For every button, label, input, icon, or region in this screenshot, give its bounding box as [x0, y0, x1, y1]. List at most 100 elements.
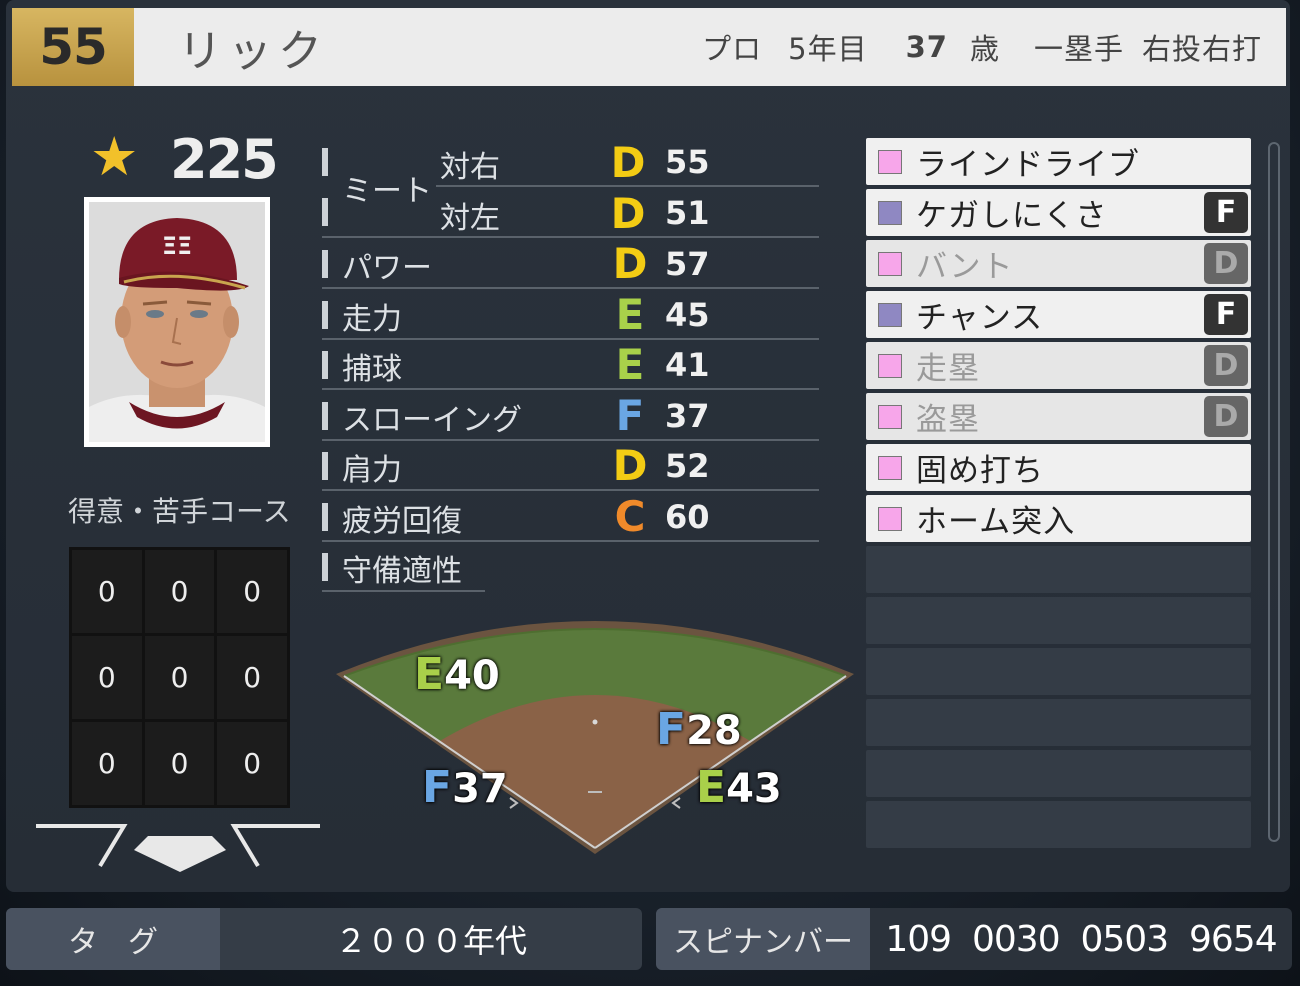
catch-grade: E	[615, 340, 645, 389]
tag-box: タ グ ２０００年代	[6, 908, 642, 970]
ability-label: 盗塁	[916, 402, 980, 438]
ability-item[interactable]: ラインドライブ	[866, 138, 1251, 185]
recovery-value: 60	[665, 498, 710, 536]
stat-bar	[322, 148, 328, 176]
ability-label: バント	[916, 249, 1014, 285]
uniform-number: 55	[12, 8, 134, 86]
ability-color-icon	[878, 200, 902, 225]
years: 5年目	[788, 32, 868, 66]
stat-bar	[322, 351, 328, 379]
catch-row: 捕球 E 41	[322, 340, 819, 390]
stat-bar	[322, 452, 328, 480]
speed-label: 走力	[342, 302, 402, 337]
zone-cell: 0	[144, 550, 215, 633]
ability-badge: D	[1204, 243, 1248, 284]
stat-bar	[322, 553, 328, 581]
recovery-grade: C	[614, 492, 646, 541]
arm-grade: D	[612, 441, 648, 490]
ability-item[interactable]: 走塁 D	[866, 342, 1251, 389]
stat-bar	[322, 198, 328, 226]
ability-label: ホーム突入	[916, 504, 1076, 540]
empty-ability-slot	[866, 648, 1251, 695]
tag-value: ２０００年代	[334, 922, 527, 960]
meet-left-label: 対左	[440, 201, 500, 236]
stat-bar	[322, 503, 328, 531]
catch-value: 41	[665, 346, 710, 384]
zone-cell: 0	[217, 722, 287, 805]
empty-ability-slot	[866, 801, 1251, 848]
meet-right-label: 対右	[440, 150, 500, 185]
defense-row: 守備適性	[322, 542, 485, 592]
speed-row: 走力 E 45	[322, 290, 819, 340]
third-base-grade: F	[422, 762, 453, 813]
arm-row: 肩力 D 52	[322, 441, 819, 491]
ability-item[interactable]: チャンス F	[866, 291, 1251, 338]
ability-color-icon	[878, 302, 902, 327]
zone-cell: 0	[72, 550, 142, 633]
overall-value: 225	[170, 128, 279, 191]
zone-cell: 0	[217, 550, 287, 633]
ability-color-icon	[878, 149, 902, 174]
third-base-value: 37	[452, 766, 508, 812]
age: 37	[905, 30, 948, 64]
right-field-rating: F28	[656, 704, 742, 755]
right-field-value: 28	[686, 708, 742, 754]
left-field-rating: E40	[414, 649, 500, 700]
defense-label: 守備適性	[342, 554, 462, 589]
ability-label: ケガしにくさ	[916, 198, 1108, 234]
empty-ability-slot	[866, 546, 1251, 593]
speed-value: 45	[665, 296, 710, 334]
ability-label: 走塁	[916, 351, 980, 387]
empty-ability-slot	[866, 597, 1251, 644]
ability-scrollbar[interactable]	[1268, 142, 1280, 842]
power-grade: D	[612, 239, 648, 288]
star-icon: ★	[90, 125, 139, 188]
ability-item[interactable]: 盗塁 D	[866, 393, 1251, 440]
player-info: プロ 5年目 37 歳 一塁手 右投右打	[702, 8, 1262, 86]
first-base-grade: E	[696, 762, 727, 813]
empty-ability-slot	[866, 699, 1251, 746]
ability-color-icon	[878, 455, 902, 480]
stat-bar	[322, 402, 328, 430]
meet-right-grade: D	[610, 138, 646, 187]
throw-bat: 右投右打	[1141, 32, 1262, 66]
catch-label: 捕球	[342, 352, 402, 387]
recovery-label: 疲労回復	[342, 504, 462, 539]
ability-item[interactable]: バント D	[866, 240, 1251, 287]
stat-bar	[322, 301, 328, 329]
ability-item[interactable]: 固め打ち	[866, 444, 1251, 491]
position: 一塁手	[1033, 32, 1124, 66]
zone-cell: 0	[217, 636, 287, 719]
ability-label: ラインドライブ	[916, 147, 1140, 183]
throw-value: 37	[665, 397, 710, 435]
right-field-grade: F	[656, 704, 687, 755]
power-value: 57	[665, 245, 710, 283]
spin-number-label: スピナンバー	[656, 908, 870, 970]
home-plate-icon	[36, 824, 320, 872]
power-row: パワー D 57	[322, 239, 819, 289]
zone-cell: 0	[144, 636, 215, 719]
field-diagram	[336, 621, 854, 854]
player-face-image: ΞΞ	[89, 202, 265, 442]
ability-item[interactable]: ホーム突入	[866, 495, 1251, 542]
first-base-value: 43	[726, 766, 782, 812]
recovery-row: 疲労回復 C 60	[322, 492, 819, 542]
hot-zone-grid: 0 0 0 0 0 0 0 0 0	[69, 547, 290, 808]
ability-label: 固め打ち	[916, 453, 1044, 489]
ability-color-icon	[878, 506, 902, 531]
ability-badge: F	[1204, 294, 1248, 335]
left-field-grade: E	[414, 649, 445, 700]
tag-label: タ グ	[6, 908, 220, 970]
zone-cell: 0	[72, 636, 142, 719]
ability-item[interactable]: ケガしにくさ F	[866, 189, 1251, 236]
spin-number-box: スピナンバー 109 0030 0503 9654	[656, 908, 1292, 970]
meet-right-value: 55	[665, 143, 710, 181]
player-portrait: ΞΞ	[84, 197, 270, 447]
power-label: パワー	[342, 251, 432, 286]
svg-text:ΞΞ: ΞΞ	[162, 232, 192, 260]
ability-color-icon	[878, 404, 902, 429]
meet-left-grade: D	[610, 189, 646, 238]
ability-badge: D	[1204, 345, 1248, 386]
meet-label: ミート	[342, 174, 432, 209]
status: プロ	[702, 32, 763, 66]
